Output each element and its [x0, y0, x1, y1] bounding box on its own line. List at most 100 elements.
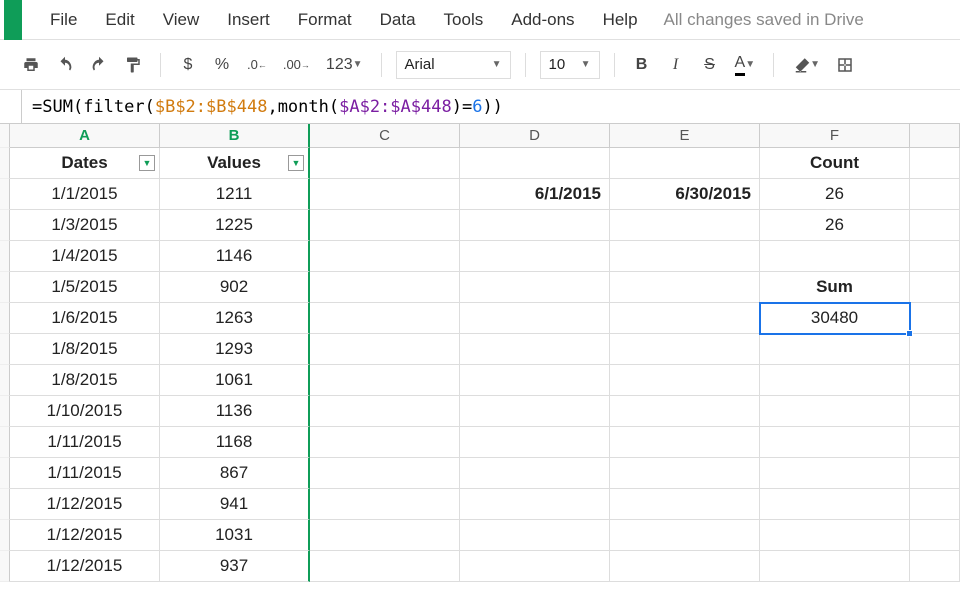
- cell[interactable]: [910, 148, 960, 179]
- cell[interactable]: [610, 303, 760, 334]
- cell[interactable]: 26: [760, 179, 910, 210]
- cell[interactable]: 6/1/2015: [460, 179, 610, 210]
- filter-icon[interactable]: ▼: [288, 155, 304, 171]
- cell[interactable]: [760, 241, 910, 272]
- cell[interactable]: [760, 396, 910, 427]
- cell[interactable]: [910, 241, 960, 272]
- cell[interactable]: [910, 520, 960, 551]
- row-header[interactable]: [0, 520, 10, 551]
- cell[interactable]: [760, 489, 910, 520]
- cell[interactable]: 1/1/2015: [10, 179, 160, 210]
- menu-insert[interactable]: Insert: [213, 4, 284, 36]
- text-color-button[interactable]: A ▼: [731, 52, 760, 78]
- cell[interactable]: [610, 148, 760, 179]
- cell[interactable]: [460, 551, 610, 582]
- cell[interactable]: 1168: [160, 427, 310, 458]
- cell[interactable]: [310, 551, 460, 582]
- cell[interactable]: [910, 303, 960, 334]
- cell[interactable]: [460, 427, 610, 458]
- cell[interactable]: 1/11/2015: [10, 458, 160, 489]
- menu-data[interactable]: Data: [366, 4, 430, 36]
- cell[interactable]: [310, 458, 460, 489]
- row-header[interactable]: [0, 179, 10, 210]
- cell[interactable]: [910, 489, 960, 520]
- cell[interactable]: [310, 210, 460, 241]
- cell[interactable]: [610, 520, 760, 551]
- menu-help[interactable]: Help: [589, 4, 652, 36]
- cell[interactable]: [760, 520, 910, 551]
- cell[interactable]: 1263: [160, 303, 310, 334]
- cell[interactable]: [310, 396, 460, 427]
- row-header[interactable]: [0, 303, 10, 334]
- cell[interactable]: [910, 365, 960, 396]
- cell[interactable]: 1031: [160, 520, 310, 551]
- undo-button[interactable]: [52, 52, 78, 78]
- increase-decimal-button[interactable]: .00→: [279, 52, 314, 78]
- cell[interactable]: [610, 458, 760, 489]
- row-header[interactable]: [0, 551, 10, 582]
- bold-button[interactable]: B: [629, 52, 655, 78]
- cell[interactable]: [610, 365, 760, 396]
- cell[interactable]: 1293: [160, 334, 310, 365]
- number-format-button[interactable]: 123 ▼: [322, 52, 367, 78]
- cell[interactable]: [610, 489, 760, 520]
- cell[interactable]: [760, 551, 910, 582]
- decrease-decimal-button[interactable]: .0←: [243, 52, 271, 78]
- cell[interactable]: [610, 272, 760, 303]
- cell[interactable]: [310, 489, 460, 520]
- cell[interactable]: 902: [160, 272, 310, 303]
- selection-handle[interactable]: [906, 330, 913, 337]
- cell[interactable]: [610, 210, 760, 241]
- cell[interactable]: [460, 303, 610, 334]
- strikethrough-button[interactable]: S: [697, 52, 723, 78]
- cell[interactable]: 1225: [160, 210, 310, 241]
- cell[interactable]: Sum: [760, 272, 910, 303]
- cell[interactable]: [760, 334, 910, 365]
- cell[interactable]: [460, 334, 610, 365]
- cell[interactable]: [910, 427, 960, 458]
- cell[interactable]: 1061: [160, 365, 310, 396]
- cell[interactable]: [910, 272, 960, 303]
- font-select[interactable]: Arial▼: [396, 51, 511, 79]
- row-header[interactable]: [0, 148, 10, 179]
- column-header-f[interactable]: F: [760, 124, 910, 148]
- cell[interactable]: 867: [160, 458, 310, 489]
- cell[interactable]: [460, 272, 610, 303]
- header-values[interactable]: Values▼: [160, 148, 310, 179]
- cell[interactable]: 1146: [160, 241, 310, 272]
- cell[interactable]: [310, 179, 460, 210]
- cell[interactable]: [460, 210, 610, 241]
- menu-view[interactable]: View: [149, 4, 214, 36]
- menu-edit[interactable]: Edit: [91, 4, 148, 36]
- cell[interactable]: 1/12/2015: [10, 520, 160, 551]
- filter-icon[interactable]: ▼: [139, 155, 155, 171]
- cell[interactable]: [910, 396, 960, 427]
- cell[interactable]: [760, 365, 910, 396]
- cell[interactable]: [610, 427, 760, 458]
- redo-button[interactable]: [86, 52, 112, 78]
- cell[interactable]: [460, 148, 610, 179]
- cell[interactable]: [910, 551, 960, 582]
- cell[interactable]: 1/5/2015: [10, 272, 160, 303]
- cell[interactable]: [910, 179, 960, 210]
- cell[interactable]: [310, 272, 460, 303]
- row-header[interactable]: [0, 396, 10, 427]
- cell[interactable]: [310, 427, 460, 458]
- cell[interactable]: 1/11/2015: [10, 427, 160, 458]
- column-header-e[interactable]: E: [610, 124, 760, 148]
- cell[interactable]: 1136: [160, 396, 310, 427]
- column-header-c[interactable]: C: [310, 124, 460, 148]
- borders-button[interactable]: [832, 52, 858, 78]
- cell[interactable]: [910, 210, 960, 241]
- cell[interactable]: 1/4/2015: [10, 241, 160, 272]
- currency-button[interactable]: $: [175, 52, 201, 78]
- cell[interactable]: 1/12/2015: [10, 551, 160, 582]
- cell[interactable]: 941: [160, 489, 310, 520]
- cell[interactable]: 1/6/2015: [10, 303, 160, 334]
- row-header[interactable]: [0, 210, 10, 241]
- row-header[interactable]: [0, 272, 10, 303]
- select-all-corner[interactable]: [0, 124, 10, 148]
- row-header[interactable]: [0, 334, 10, 365]
- cell[interactable]: [310, 520, 460, 551]
- print-button[interactable]: [18, 52, 44, 78]
